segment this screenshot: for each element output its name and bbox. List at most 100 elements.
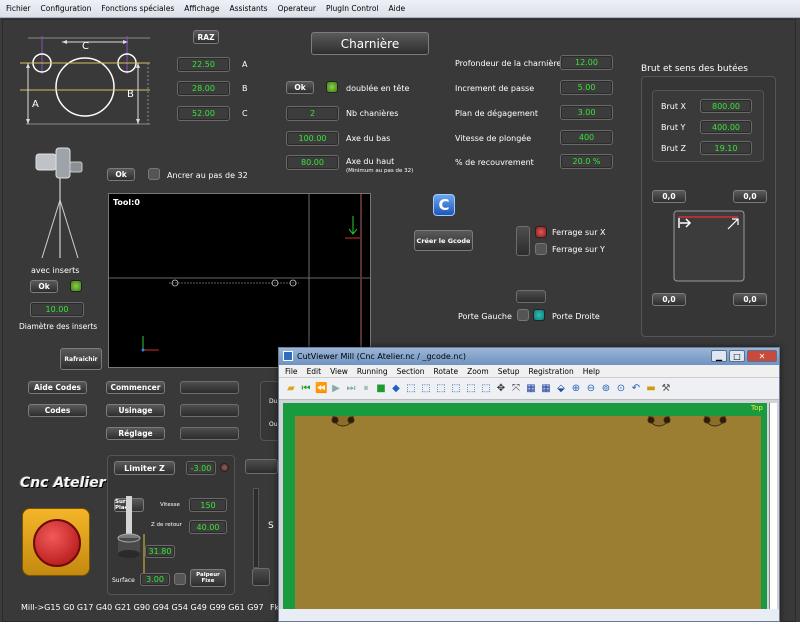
- zoom-fit-icon[interactable]: ⊙: [615, 383, 627, 395]
- doublee-ok-button[interactable]: Ok: [286, 81, 314, 94]
- ancrer-ok-button[interactable]: Ok: [107, 168, 135, 181]
- view-top-icon[interactable]: ⬚: [465, 383, 477, 395]
- porte-toggle[interactable]: [516, 290, 546, 303]
- maximize-button[interactable]: □: [729, 350, 745, 362]
- zoom-prev-icon[interactable]: ↶: [630, 383, 642, 395]
- cutviewer-window[interactable]: CutViewer Mill (Cnc Atelier.nc / _gcode.…: [278, 347, 780, 622]
- cv-menu-running[interactable]: Running: [357, 367, 388, 376]
- zoom-window-icon[interactable]: ⊚: [600, 383, 612, 395]
- emergency-stop-button[interactable]: [22, 508, 90, 576]
- aide-codes-button[interactable]: Aide Codes: [28, 381, 87, 394]
- cutviewer-viewport[interactable]: Top: [279, 400, 779, 609]
- menu-fichier[interactable]: Fichier: [6, 4, 31, 13]
- porte-droite-led[interactable]: [533, 309, 545, 321]
- axe-bas-field[interactable]: 100.00: [286, 131, 339, 146]
- limiter-z-button[interactable]: Limiter Z: [114, 461, 175, 475]
- ferrage-y-led[interactable]: [535, 243, 547, 255]
- cv-menu-edit[interactable]: Edit: [307, 367, 322, 376]
- brut-y-field[interactable]: 400.00: [700, 120, 752, 134]
- inserts-led[interactable]: [70, 280, 82, 292]
- play-icon[interactable]: ▶: [330, 383, 342, 395]
- empty-button-2[interactable]: [180, 404, 239, 417]
- brut-z-field[interactable]: 19.10: [700, 141, 752, 155]
- iso-view-icon[interactable]: ◆: [390, 383, 402, 395]
- pan-icon[interactable]: ✥: [495, 383, 507, 395]
- menu-assistants[interactable]: Assistants: [230, 4, 268, 13]
- step-back-icon[interactable]: ⏪: [315, 383, 327, 395]
- cv-menu-view[interactable]: View: [330, 367, 348, 376]
- axe-haut-field[interactable]: 80.00: [286, 155, 339, 170]
- dim-c-field[interactable]: 52.00: [177, 106, 230, 121]
- usinage-button[interactable]: Usinage: [106, 404, 165, 417]
- step-icon[interactable]: ⏭: [345, 383, 357, 395]
- z-retour-field[interactable]: 40.00: [189, 520, 227, 534]
- menu-affichage[interactable]: Affichage: [184, 4, 219, 13]
- tool-settings-icon[interactable]: ⚒: [660, 383, 672, 395]
- stop-icon[interactable]: ■: [375, 383, 387, 395]
- corner-bottom-left-button[interactable]: 0,0: [652, 293, 686, 306]
- inserts-ok-button[interactable]: Ok: [30, 280, 58, 293]
- commencer-button[interactable]: Commencer: [106, 381, 165, 394]
- limiter-z-led[interactable]: [220, 463, 229, 472]
- view-left-icon[interactable]: ⬚: [435, 383, 447, 395]
- cutviewer-scrollbar[interactable]: [769, 403, 777, 609]
- rewind-icon[interactable]: ⏮: [300, 383, 312, 395]
- cv-menu-file[interactable]: File: [285, 367, 298, 376]
- measure-icon[interactable]: ▬: [645, 383, 657, 395]
- brut-x-field[interactable]: 800.00: [700, 99, 752, 113]
- ferrage-toggle[interactable]: [516, 226, 530, 256]
- cv-menu-setup[interactable]: Setup: [498, 367, 520, 376]
- section-icon[interactable]: ⬙: [555, 383, 567, 395]
- grid-icon[interactable]: ▦: [525, 383, 537, 395]
- diametre-inserts-field[interactable]: 10.00: [30, 302, 84, 317]
- menu-configuration[interactable]: Configuration: [41, 4, 92, 13]
- raz-button[interactable]: RAZ: [193, 30, 219, 44]
- surface-led[interactable]: [174, 573, 186, 585]
- minimize-button[interactable]: ▁: [711, 350, 727, 362]
- porte-gauche-led[interactable]: [517, 309, 529, 321]
- cv-menu-zoom[interactable]: Zoom: [467, 367, 489, 376]
- view-right-icon[interactable]: ⬚: [450, 383, 462, 395]
- cv-menu-registration[interactable]: Registration: [529, 367, 574, 376]
- empty-button-5[interactable]: [252, 568, 270, 586]
- vitesse-plongee-field[interactable]: 400: [560, 130, 613, 145]
- surface-field[interactable]: 3.00: [140, 573, 170, 586]
- probe-height-field[interactable]: 31.80: [145, 545, 175, 558]
- rafraichir-button[interactable]: Rafraichir: [60, 348, 102, 370]
- corner-top-left-button[interactable]: 0,0: [652, 190, 686, 203]
- creer-gcode-button[interactable]: Créer le Gcode: [414, 230, 473, 251]
- menu-operateur[interactable]: Operateur: [278, 4, 316, 13]
- menu-fonctions-speciales[interactable]: Fonctions spéciales: [101, 4, 174, 13]
- increment-field[interactable]: 5.00: [560, 80, 613, 95]
- corner-top-right-button[interactable]: 0,0: [733, 190, 767, 203]
- ancrer-led[interactable]: [148, 168, 160, 180]
- cv-menu-section[interactable]: Section: [397, 367, 425, 376]
- toolpath-viewer[interactable]: Tool:0: [108, 193, 371, 368]
- grid2-icon[interactable]: ▦: [540, 383, 552, 395]
- zoom-in-icon[interactable]: ⊕: [570, 383, 582, 395]
- empty-button-1[interactable]: [180, 381, 239, 394]
- cv-menu-rotate[interactable]: Rotate: [434, 367, 459, 376]
- view-bottom-icon[interactable]: ⬚: [480, 383, 492, 395]
- view-front-icon[interactable]: ⬚: [405, 383, 417, 395]
- palpeur-fixe-button[interactable]: Palpeur Fixe: [190, 569, 226, 587]
- empty-button-4[interactable]: [245, 459, 278, 474]
- close-button[interactable]: ✕: [747, 350, 777, 362]
- menu-plugin-control[interactable]: PlugIn Control: [326, 4, 379, 13]
- doublee-led[interactable]: [326, 81, 338, 93]
- vertical-slider[interactable]: [253, 488, 259, 568]
- cv-menu-help[interactable]: Help: [583, 367, 600, 376]
- vitesse-field[interactable]: 150: [189, 498, 227, 512]
- open-icon[interactable]: ▰: [285, 383, 297, 395]
- view-back-icon[interactable]: ⬚: [420, 383, 432, 395]
- dim-b-field[interactable]: 28.00: [177, 81, 230, 96]
- corner-bottom-right-button[interactable]: 0,0: [733, 293, 767, 306]
- degagement-field[interactable]: 3.00: [560, 105, 613, 120]
- pause-icon[interactable]: ⏸: [360, 383, 372, 395]
- empty-button-3[interactable]: [180, 427, 239, 440]
- nb-charnieres-field[interactable]: 2: [286, 106, 339, 121]
- cutviewer-titlebar[interactable]: CutViewer Mill (Cnc Atelier.nc / _gcode.…: [279, 348, 779, 365]
- ferrage-x-led[interactable]: [535, 226, 547, 238]
- profondeur-field[interactable]: 12.00: [560, 55, 613, 70]
- menu-aide[interactable]: Aide: [389, 4, 406, 13]
